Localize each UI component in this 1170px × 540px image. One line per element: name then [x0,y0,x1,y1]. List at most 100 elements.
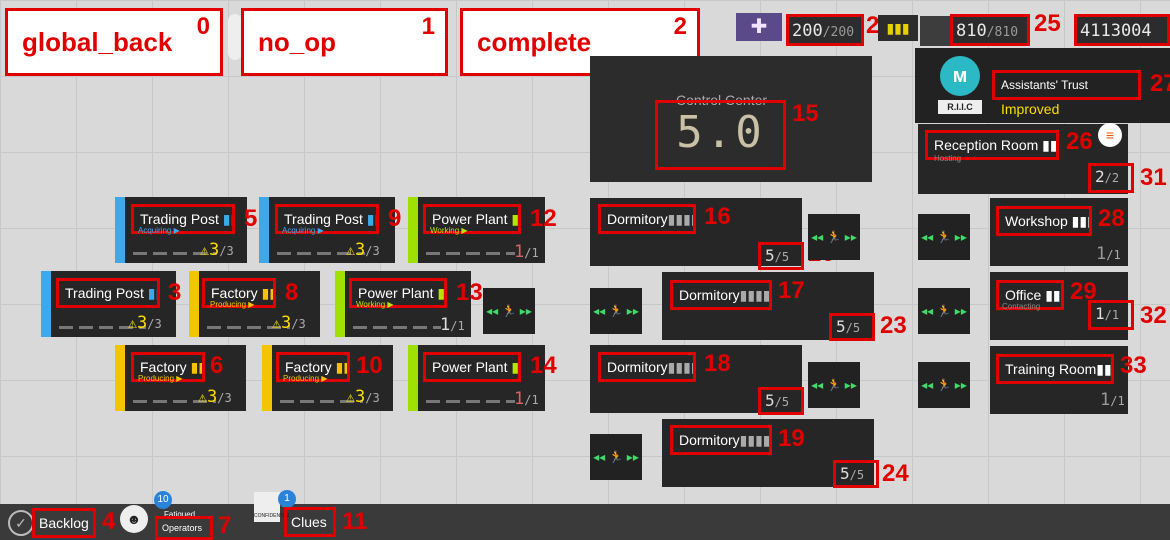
clues-index: 11 [342,508,368,535]
assistants-trust[interactable]: Assistants' Trust Improved [992,70,1141,117]
complete-index: 2 [673,13,687,40]
fatigued-face-icon: ☻ [120,505,148,533]
fatigued-index: 7 [218,512,232,539]
top-bar: global_back 0 no_op 1 complete 2 ✚ 200/2… [0,0,1170,76]
cap-current: 1 [1100,390,1111,410]
room-index: 5 [244,205,258,232]
clues-label: Clues [291,514,327,530]
clues-count-badge: 1 [278,490,296,508]
room-cap-index: 32 [1140,302,1167,329]
room-stripe [115,197,125,263]
room-status: Acquiring ▶ [138,226,180,235]
room-ticks [353,326,441,329]
clues-button[interactable]: Clues [284,507,336,537]
room-index: 13 [456,279,483,306]
lmd-bar-decoration [920,16,950,46]
dorm-bars: ▮▮▮▮▮ [667,359,693,375]
room-bars: ▮▮▮ [1042,137,1058,153]
room-status: Hosting [934,154,962,163]
room-index: 8 [285,279,299,306]
fatigued-operators-button[interactable]: Operators [155,516,213,540]
corridor-exit-icon: ◂◂ 🏃 ▸▸ [808,362,860,408]
room-status: Producing ▶ [210,300,255,309]
trust-label-text: Assistants' Trust [1001,78,1088,92]
room-bars: ▮▮▮ [147,285,157,301]
room-name: Factory [285,359,332,375]
global-back-label: global_back [22,27,173,57]
dorm-index: 16 [704,203,731,230]
drone-icon: ✚ [736,13,782,41]
cap-current: 5 [765,246,775,265]
cap-max: /1 [1110,394,1125,408]
room-bars: ▮▮▮ [261,285,273,301]
control-index: 15 [792,100,819,127]
dorm-capacity: 5/5 [758,387,804,415]
room-capacity: ⚠3/3 [272,313,306,333]
room-stripe [41,271,51,337]
room-stripe [189,271,199,337]
riic-circle-icon: ᴍ [940,56,980,96]
room-capacity: ⚠3/3 [128,313,162,333]
operators-label: Operators [162,523,203,533]
room-capacity: ⚠3/3 [200,240,234,260]
room-power-plant-14-label: Power Plant ▮▮▮ [423,352,521,382]
clues-document-icon: CONFIDENTIAL [254,492,291,522]
room-stripe [262,345,272,411]
file-icon[interactable]: ≡ [1098,123,1122,147]
room-index: 9 [388,205,402,232]
room-name: Power Plant [358,285,434,301]
cap-current: 3 [281,313,292,333]
no-op-label: no_op [258,27,336,57]
room-bars: ▮▮▮ [1071,213,1089,229]
room-name: Training Room [1005,361,1097,377]
backlog-button[interactable]: Backlog [32,508,96,538]
room-name: Trading Post [140,211,219,227]
room-index: 14 [530,352,557,379]
room-name: Factory [140,359,187,375]
dorm-index: 17 [778,277,805,304]
room-index: 6 [210,352,224,379]
no-op-button[interactable]: no_op 1 [241,8,448,76]
trust-value: Improved [1001,101,1060,117]
room-index: 10 [356,352,383,379]
dorm-name: Dormitory [607,359,668,375]
cap-current: 3 [137,313,148,333]
room-status: Acquiring ▶ [282,226,324,235]
room-index: 33 [1120,352,1147,379]
cap-max: /1 [524,393,539,407]
dorm-bars: ▮▮▮▮▮ [739,287,771,303]
global-back-index: 0 [196,13,210,40]
room-capacity: 1/1 [440,315,465,335]
cap-max: /5 [774,250,790,264]
dorm-capacity: 5/5 [758,242,804,270]
dormitory-19-label: Dormitory▮▮▮▮▮ [670,425,772,455]
cap-max: /5 [849,468,865,482]
warning-icon: ⚠ [198,388,208,406]
dormitory-18-label: Dormitory▮▮▮▮▮ [598,352,696,382]
corridor-exit-icon: ◂◂ 🏃 ▸▸ [808,214,860,260]
workshop-label: Workshop ▮▮▮ [996,206,1092,236]
cap-max: /1 [1104,308,1120,322]
room-status: Contacting [1002,302,1041,311]
room-index: 26 [1066,128,1093,155]
room-name: Trading Post [284,211,363,227]
dorm-name: Dormitory [679,432,740,448]
complete-label: complete [477,27,592,57]
room-bars: ▮▮▮ [366,211,376,227]
lmd-counter-box [950,14,1030,46]
room-index: 28 [1098,205,1125,232]
global-back-button[interactable]: global_back 0 [5,8,223,76]
dorm-cap-index: 24 [882,460,909,487]
room-capacity: 1/1 [1100,390,1125,410]
room-name: Office [1005,287,1042,303]
cap-current: 1 [514,389,525,409]
dorm-bars: ▮▮▮▮▮ [667,211,693,227]
cap-current: 1 [1095,304,1105,323]
cap-max: /5 [845,321,861,335]
dorm-name: Dormitory [607,211,668,227]
pill-decoration [228,14,242,60]
room-name: Trading Post [65,285,144,301]
lmd-index: 25 [1034,10,1061,37]
control-version[interactable]: 5.0 [655,100,786,170]
dorm-name: Dormitory [679,287,740,303]
